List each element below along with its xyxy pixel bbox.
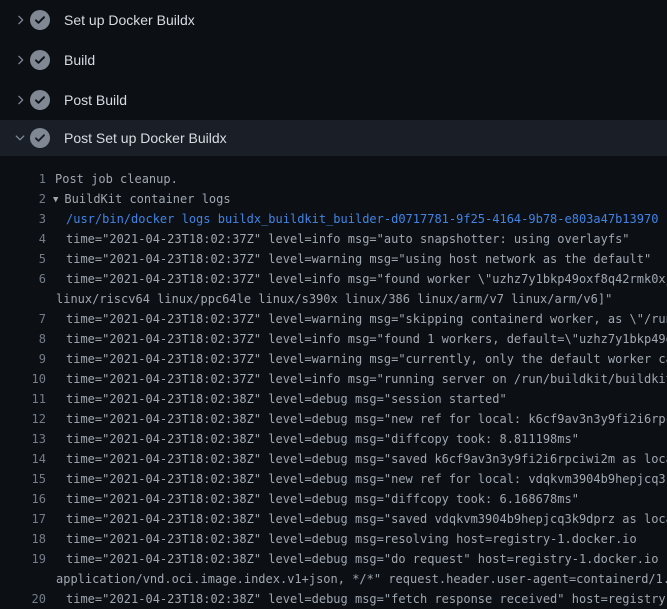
log-text: time="2021-04-23T18:02:37Z" level=info m… [46, 369, 667, 389]
line-number-gutter [0, 569, 46, 589]
log-text: time="2021-04-23T18:02:37Z" level=info m… [46, 229, 667, 249]
line-number-gutter [0, 289, 46, 309]
log-text[interactable]: ▼ BuildKit container logs [46, 189, 667, 209]
log-text: application/vnd.oci.image.index.v1+json,… [46, 569, 667, 589]
line-number[interactable]: 3 [0, 209, 46, 229]
line-number[interactable]: 20 [0, 589, 46, 609]
log-text: time="2021-04-23T18:02:38Z" level=debug … [46, 589, 667, 609]
log-text: time="2021-04-23T18:02:37Z" level=warnin… [46, 249, 667, 269]
step-label: Set up Docker Buildx [64, 12, 195, 28]
log-line: 8time="2021-04-23T18:02:37Z" level=info … [0, 329, 667, 349]
check-circle-icon [30, 10, 50, 30]
line-number[interactable]: 7 [0, 309, 46, 329]
line-number[interactable]: 18 [0, 529, 46, 549]
check-circle-icon [30, 90, 50, 110]
line-number[interactable]: 4 [0, 229, 46, 249]
log-line: 19time="2021-04-23T18:02:38Z" level=debu… [0, 549, 667, 569]
log-text: time="2021-04-23T18:02:38Z" level=debug … [46, 509, 667, 529]
log-line-continuation: application/vnd.oci.image.index.v1+json,… [0, 569, 667, 589]
line-number[interactable]: 5 [0, 249, 46, 269]
log-line: 14time="2021-04-23T18:02:38Z" level=debu… [0, 449, 667, 469]
log-text: time="2021-04-23T18:02:38Z" level=debug … [46, 449, 667, 469]
line-number[interactable]: 13 [0, 429, 46, 449]
chevron-right-icon [13, 93, 27, 107]
log-line: 12time="2021-04-23T18:02:38Z" level=debu… [0, 409, 667, 429]
steps-list: Set up Docker Buildx Build Post Build Post … [0, 0, 667, 156]
step-label: Build [64, 52, 95, 68]
log-text: time="2021-04-23T18:02:38Z" level=debug … [46, 549, 667, 569]
log-line: 15time="2021-04-23T18:02:38Z" level=debu… [0, 469, 667, 489]
log-text: time="2021-04-23T18:02:38Z" level=debug … [46, 489, 667, 509]
step-header-build[interactable]: Build [0, 40, 667, 80]
log-container: 1Post job cleanup.2 ▼ BuildKit container l… [0, 156, 667, 609]
log-text: linux/riscv64 linux/ppc64le linux/s390x … [46, 289, 667, 309]
step-header-post-set-up-docker-buildx[interactable]: Post Set up Docker Buildx [0, 120, 667, 156]
log-line: 3/usr/bin/docker logs buildx_buildkit_bu… [0, 209, 667, 229]
log-line-continuation: linux/riscv64 linux/ppc64le linux/s390x … [0, 289, 667, 309]
step-label: Post Set up Docker Buildx [64, 130, 227, 146]
line-number[interactable]: 2 [0, 189, 46, 209]
line-number[interactable]: 11 [0, 389, 46, 409]
line-number[interactable]: 14 [0, 449, 46, 469]
line-number[interactable]: 9 [0, 349, 46, 369]
log-text: time="2021-04-23T18:02:37Z" level=warnin… [46, 309, 667, 329]
log-line: 2 ▼ BuildKit container logs [0, 189, 667, 209]
line-number[interactable]: 6 [0, 269, 46, 289]
log-line: 13time="2021-04-23T18:02:38Z" level=debu… [0, 429, 667, 449]
chevron-down-icon [13, 131, 27, 145]
log-line: 4time="2021-04-23T18:02:37Z" level=info … [0, 229, 667, 249]
line-number[interactable]: 8 [0, 329, 46, 349]
step-header-post-build[interactable]: Post Build [0, 80, 667, 120]
log-text: time="2021-04-23T18:02:37Z" level=warnin… [46, 349, 667, 369]
log-command-text: /usr/bin/docker logs buildx_buildkit_bui… [46, 209, 667, 229]
log-line: 1Post job cleanup. [0, 169, 667, 189]
log-line: 17time="2021-04-23T18:02:38Z" level=debu… [0, 509, 667, 529]
log-line: 6time="2021-04-23T18:02:37Z" level=info … [0, 269, 667, 289]
check-circle-icon [30, 50, 50, 70]
log-group-label: BuildKit container logs [64, 192, 230, 206]
log-line: 9time="2021-04-23T18:02:37Z" level=warni… [0, 349, 667, 369]
log-line: 10time="2021-04-23T18:02:37Z" level=info… [0, 369, 667, 389]
log-line: 18time="2021-04-23T18:02:38Z" level=debu… [0, 529, 667, 549]
log-line: 5time="2021-04-23T18:02:37Z" level=warni… [0, 249, 667, 269]
check-circle-icon [30, 128, 50, 148]
log-line: 7time="2021-04-23T18:02:37Z" level=warni… [0, 309, 667, 329]
log-text: time="2021-04-23T18:02:38Z" level=debug … [46, 529, 667, 549]
log-text: Post job cleanup. [46, 169, 667, 189]
line-number[interactable]: 19 [0, 549, 46, 569]
log-line: 16time="2021-04-23T18:02:38Z" level=debu… [0, 489, 667, 509]
step-label: Post Build [64, 92, 127, 108]
line-number[interactable]: 1 [0, 169, 46, 189]
log-line: 11time="2021-04-23T18:02:38Z" level=debu… [0, 389, 667, 409]
step-header-set-up-docker-buildx[interactable]: Set up Docker Buildx [0, 0, 667, 40]
line-number[interactable]: 12 [0, 409, 46, 429]
log-line: 20time="2021-04-23T18:02:38Z" level=debu… [0, 589, 667, 609]
log-text: time="2021-04-23T18:02:38Z" level=debug … [46, 409, 667, 429]
chevron-right-icon [13, 53, 27, 67]
chevron-right-icon [13, 13, 27, 27]
log-text: time="2021-04-23T18:02:38Z" level=debug … [46, 429, 667, 449]
line-number[interactable]: 10 [0, 369, 46, 389]
log-text: time="2021-04-23T18:02:37Z" level=info m… [46, 329, 667, 349]
triangle-down-icon: ▼ [53, 190, 58, 209]
log-text: time="2021-04-23T18:02:38Z" level=debug … [46, 469, 667, 489]
log-text: time="2021-04-23T18:02:37Z" level=info m… [46, 269, 667, 289]
line-number[interactable]: 17 [0, 509, 46, 529]
line-number[interactable]: 15 [0, 469, 46, 489]
line-number[interactable]: 16 [0, 489, 46, 509]
log-text: time="2021-04-23T18:02:38Z" level=debug … [46, 389, 667, 409]
